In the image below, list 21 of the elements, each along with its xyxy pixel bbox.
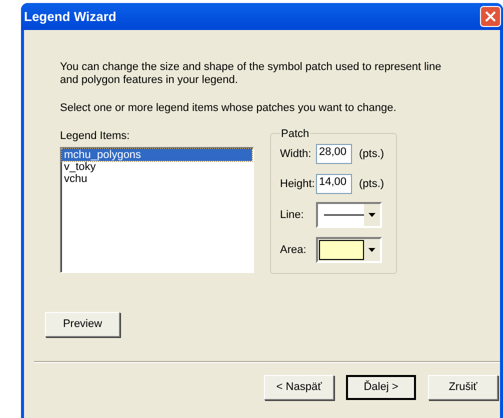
unit-label: (pts.) xyxy=(359,146,384,162)
legend-items-list[interactable]: mchu_polygons v_toky vchu xyxy=(60,147,254,273)
instruction-text: Select one or more legend items whose patches you want to change. xyxy=(60,101,398,116)
field-label: Area: xyxy=(280,242,308,258)
list-item[interactable]: v_toky xyxy=(62,161,252,173)
window-title: Legend Wizard xyxy=(24,8,116,26)
field-label: Width: xyxy=(280,146,312,162)
list-label: Legend Items: xyxy=(60,128,131,144)
wizard-button[interactable]: Ďalej > xyxy=(346,374,416,400)
width-field[interactable]: 28,00 xyxy=(316,144,352,164)
intro-text: You can change the size and shape of the symbol patch used to represent line and polygon features in your legend. xyxy=(60,61,442,87)
preview-button[interactable]: Preview xyxy=(45,312,120,336)
wizard-button[interactable]: < Naspäť xyxy=(264,374,334,400)
field-label: Height: xyxy=(280,176,316,192)
height-field[interactable]: 14,00 xyxy=(316,174,352,194)
unit-label: (pts.) xyxy=(359,176,384,192)
field-label: Line: xyxy=(280,208,305,223)
list-item[interactable]: vchu xyxy=(62,173,252,185)
wizard-button[interactable]: Zrušiť xyxy=(428,374,498,400)
group-title: Patch xyxy=(280,126,310,142)
list-item[interactable]: mchu_polygons xyxy=(62,149,252,161)
